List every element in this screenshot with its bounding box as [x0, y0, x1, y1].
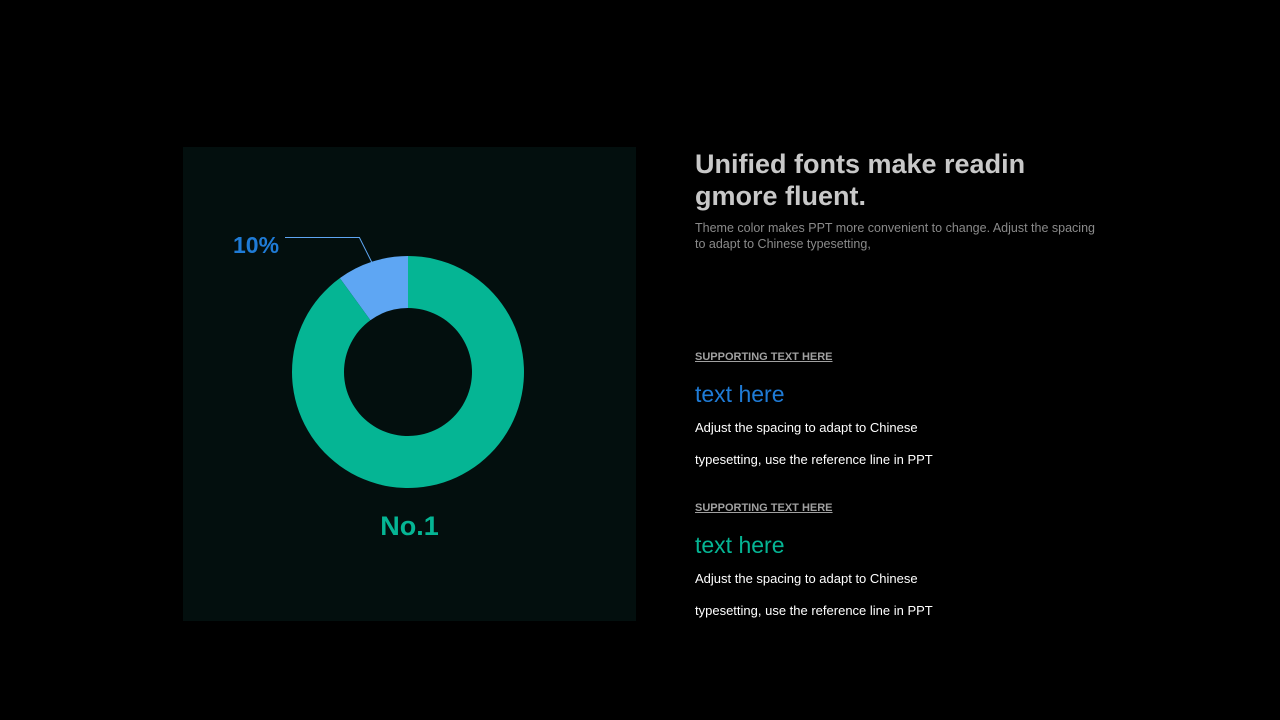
percent-callout-label: 10% — [233, 232, 280, 258]
callout-leader-line — [285, 236, 374, 266]
info-block-1: SUPPORTING TEXT HERE text here Adjust th… — [695, 350, 1115, 476]
item-body: Adjust the spacing to adapt to Chinese t… — [695, 420, 933, 467]
donut-slice-2 — [292, 256, 524, 488]
subheadline: Theme color makes PPT more convenient to… — [695, 221, 1095, 251]
item-title: text here — [695, 532, 785, 558]
supporting-text: SUPPORTING TEXT HERE — [695, 351, 833, 363]
slide: 10% No.1 Unified fonts make readin gmore… — [0, 0, 1280, 720]
chart-panel: 10% No.1 — [183, 147, 636, 621]
item-title: text here — [695, 381, 785, 407]
headline: Unified fonts make readin gmore fluent. — [695, 149, 1026, 211]
donut-chart — [285, 236, 524, 488]
item-body: Adjust the spacing to adapt to Chinese t… — [695, 571, 933, 618]
info-block-2: SUPPORTING TEXT HERE text here Adjust th… — [695, 501, 1115, 627]
chart-caption: No.1 — [380, 511, 439, 541]
supporting-text: SUPPORTING TEXT HERE — [695, 502, 833, 514]
